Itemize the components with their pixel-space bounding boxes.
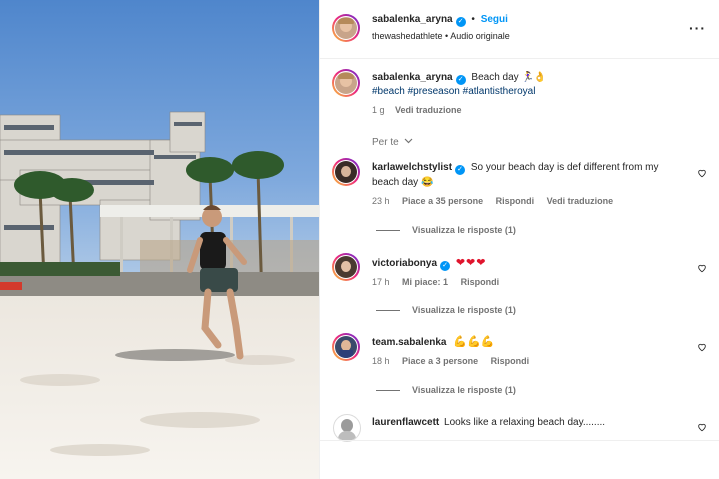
see-translation-link[interactable]: Vedi traduzione [547,196,614,206]
post-side-panel: sabalenka_aryna ✓ • Segui thewashedathlet… [319,0,719,479]
replies-divider [376,310,400,312]
reply-button[interactable]: Rispondi [491,356,530,366]
audio-credit[interactable]: thewashedathlete • Audio originale [372,31,510,41]
reply-button[interactable]: Rispondi [461,277,500,287]
verified-badge-icon: ✓ [455,75,466,85]
comment-text: Looks like a relaxing beach day........ [444,417,606,428]
hashtag-link[interactable]: #preseason [408,86,460,97]
comment-emoji: 😂 [420,177,434,188]
comment-sort-dropdown[interactable]: Per te [372,137,413,148]
comment-meta: 17 h Mi piace: 1 Rispondi [372,277,499,287]
caption-avatar[interactable] [332,69,360,97]
comment-username[interactable]: laurenflawcett [372,417,439,428]
chevron-down-icon [405,138,413,144]
comment-age: 23 h [372,196,390,206]
comment-meta: 23 h Piace a 35 persone Rispondi Vedi tr… [372,196,613,206]
comment-username[interactable]: victoriabonya [372,258,437,269]
view-replies-button[interactable]: Visualizza le risposte (1) [376,385,516,395]
verified-badge-icon: ✓ [440,261,451,271]
heart-icon[interactable] [697,422,707,432]
view-replies-label: Visualizza le risposte (1) [412,225,516,235]
comment-avatar[interactable] [333,414,361,442]
author-username[interactable]: sabalenka_aryna [372,14,453,25]
comment-username[interactable]: karlawelchstylist [372,162,452,173]
view-replies-label: Visualizza le risposte (1) [412,305,516,315]
hashtag-link[interactable]: #beach [372,86,405,97]
comment-body: laurenflawcett Looks like a relaxing bea… [372,416,605,430]
comment-likes[interactable]: Piace a 35 persone [402,196,483,206]
heart-icon[interactable] [697,263,707,273]
instagram-post-window: sabalenka_aryna ✓ • Segui thewashedathlet… [0,0,719,479]
verified-badge-icon: ✓ [455,165,466,175]
caption-hashtags: #beach #preseason #atlantistheroyal [372,85,535,99]
follow-button[interactable]: Segui [481,14,508,25]
header-dot-separator: • [471,14,475,25]
comment-emoji: ❤❤❤ [455,257,487,269]
more-horizontal-icon[interactable]: ··· [689,20,706,36]
caption-username[interactable]: sabalenka_aryna [372,72,453,83]
comment-body: team.sabalenka 💪💪💪 [372,335,494,350]
comment-age: 17 h [372,277,390,287]
author-avatar[interactable] [332,14,360,42]
view-replies-button[interactable]: Visualizza le risposte (1) [376,225,516,235]
caption-meta: 1 g Vedi traduzione [372,105,462,115]
comment-body: karlawelchstylist ✓ So your beach day is … [372,160,677,190]
caption-emoji: 🏃‍♀️👌 [521,72,547,83]
comment-age: 18 h [372,356,390,366]
caption-text: Beach day [471,72,519,83]
post-header: sabalenka_aryna ✓ • Segui thewashedathlet… [320,0,719,59]
panel-divider [320,440,719,441]
comment-emoji: 💪💪💪 [453,336,495,348]
view-replies-button[interactable]: Visualizza le risposte (1) [376,305,516,315]
caption-line: sabalenka_aryna ✓ Beach day 🏃‍♀️👌 [372,71,546,85]
hashtag-link[interactable]: #atlantistheroyal [463,86,536,97]
comment-body: victoriabonya ✓ ❤❤❤ [372,256,486,271]
heart-icon[interactable] [697,168,707,178]
view-replies-label: Visualizza le risposte (1) [412,385,516,395]
sort-label: Per te [372,137,399,148]
replies-divider [376,230,400,232]
caption-age: 1 g [372,105,385,115]
comment-avatar[interactable] [332,253,360,281]
comment-likes[interactable]: Piace a 3 persone [402,356,478,366]
reply-button[interactable]: Rispondi [496,196,535,206]
comment-likes[interactable]: Mi piace: 1 [402,277,448,287]
comment-username[interactable]: team.sabalenka [372,337,447,348]
post-media[interactable] [0,0,319,479]
verified-badge-icon: ✓ [455,17,466,27]
comment-meta: 18 h Piace a 3 persone Rispondi [372,356,529,366]
heart-icon[interactable] [697,342,707,352]
beach-photo [0,0,319,479]
comment-avatar[interactable] [332,158,360,186]
see-translation-link[interactable]: Vedi traduzione [395,105,462,115]
comment-avatar[interactable] [332,333,360,361]
replies-divider [376,390,400,392]
